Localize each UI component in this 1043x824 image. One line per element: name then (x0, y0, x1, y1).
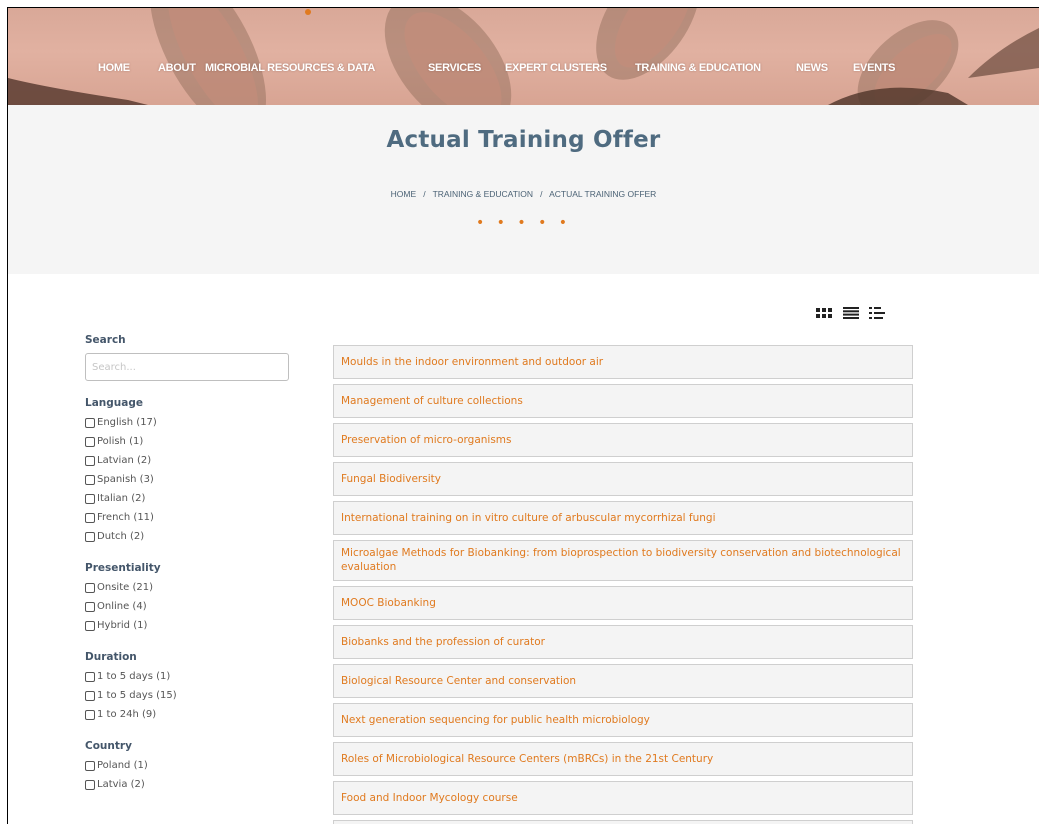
hero-banner: HOME ABOUT MICROBIAL RESOURCES & DATA SE… (8, 8, 1039, 105)
filter-option-duration-1[interactable]: 1 to 5 days (1) (85, 667, 305, 686)
checkbox[interactable] (85, 671, 95, 682)
nav-services[interactable]: SERVICES (428, 62, 481, 74)
course-item[interactable]: International training on in vitro cultu… (333, 501, 913, 535)
checkbox[interactable] (85, 760, 95, 771)
option-label: Polish (1) (97, 436, 144, 447)
checkbox[interactable] (85, 493, 95, 504)
nav-expert-clusters[interactable]: EXPERT CLUSTERS (505, 62, 607, 74)
checkbox[interactable] (85, 582, 95, 593)
course-item[interactable]: Preservation of micro-organisms (333, 423, 913, 457)
option-label: 1 to 24h (9) (97, 709, 157, 720)
search-input[interactable] (85, 353, 289, 381)
filter-group-duration: Duration 1 to 5 days (1) 1 to 5 days (15… (85, 651, 305, 724)
checkbox[interactable] (85, 474, 95, 485)
option-label: Poland (1) (97, 760, 148, 771)
filter-option-italian[interactable]: Italian (2) (85, 489, 305, 508)
filter-option-latvia[interactable]: Latvia (2) (85, 775, 305, 794)
course-item[interactable]: Moulds in the indoor environment and out… (333, 345, 913, 379)
filter-option-polish[interactable]: Polish (1) (85, 432, 305, 451)
filter-option-poland[interactable]: Poland (1) (85, 756, 305, 775)
filter-option-dutch[interactable]: Dutch (2) (85, 527, 305, 546)
filter-option-spanish[interactable]: Spanish (3) (85, 470, 305, 489)
checkbox[interactable] (85, 436, 95, 447)
course-item[interactable]: Roles of Microbiological Resource Center… (333, 742, 913, 776)
filter-option-hybrid[interactable]: Hybrid (1) (85, 616, 305, 635)
checkbox[interactable] (85, 709, 95, 720)
course-item[interactable]: Fungal Biodiversity (333, 462, 913, 496)
filter-option-onsite[interactable]: Onsite (21) (85, 578, 305, 597)
course-item[interactable]: Management of culture collections (333, 384, 913, 418)
decorative-dots: • • • • • (475, 215, 572, 231)
checkbox[interactable] (85, 417, 95, 428)
option-label: Onsite (21) (97, 582, 153, 593)
banner-spores-image (8, 8, 1039, 105)
search-label: Search (85, 334, 126, 346)
filter-group-language: Language English (17) Polish (1) Latvian… (85, 397, 305, 546)
nav-events[interactable]: EVENTS (853, 62, 896, 74)
checkbox[interactable] (85, 455, 95, 466)
checkbox[interactable] (85, 512, 95, 523)
course-item[interactable]: Microalgae Methods for Biobanking: from … (333, 540, 913, 581)
main-nav: HOME ABOUT MICROBIAL RESOURCES & DATA SE… (8, 62, 1039, 82)
checkbox[interactable] (85, 779, 95, 790)
filter-heading: Country (85, 740, 132, 752)
option-label: Online (4) (97, 601, 147, 612)
checkbox[interactable] (85, 531, 95, 542)
nav-news[interactable]: NEWS (796, 62, 828, 74)
filter-option-online[interactable]: Online (4) (85, 597, 305, 616)
filter-group-presentiality: Presentiality Onsite (21) Online (4) Hyb… (85, 562, 305, 635)
course-list: Moulds in the indoor environment and out… (333, 345, 913, 824)
option-label: Hybrid (1) (97, 620, 148, 631)
filter-heading: Presentiality (85, 562, 161, 574)
filter-option-duration-3[interactable]: 1 to 24h (9) (85, 705, 305, 724)
option-label: 1 to 5 days (15) (97, 690, 177, 701)
option-label: Dutch (2) (97, 531, 145, 542)
checkbox[interactable] (85, 620, 95, 631)
compact-list-view-icon[interactable] (869, 304, 885, 319)
filter-option-english[interactable]: English (17) (85, 413, 305, 432)
list-view-icon[interactable] (843, 304, 859, 319)
breadcrumb-separator: / (418, 189, 431, 199)
course-item[interactable]: Next generation sequencing for public he… (333, 703, 913, 737)
option-label: Latvian (2) (97, 455, 152, 466)
filter-heading: Duration (85, 651, 137, 663)
course-item[interactable]: MOOC Biobanking (333, 586, 913, 620)
breadcrumb: HOME / TRAINING & EDUCATION / ACTUAL TRA… (8, 189, 1039, 199)
filter-option-latvian[interactable]: Latvian (2) (85, 451, 305, 470)
page-title: Actual Training Offer (386, 127, 661, 153)
checkbox[interactable] (85, 601, 95, 612)
filter-group-country: Country Poland (1) Latvia (2) (85, 740, 305, 794)
option-label: Latvia (2) (97, 779, 145, 790)
option-label: Italian (2) (97, 493, 146, 504)
nav-home[interactable]: HOME (98, 62, 130, 74)
nav-microbial-resources[interactable]: MICROBIAL RESOURCES & DATA (205, 62, 375, 74)
page-frame: HOME ABOUT MICROBIAL RESOURCES & DATA SE… (7, 7, 1039, 824)
breadcrumb-current: ACTUAL TRAINING OFFER (549, 189, 657, 199)
course-item[interactable]: Biological Resource Center and conservat… (333, 664, 913, 698)
breadcrumb-home[interactable]: HOME (391, 189, 417, 199)
option-label: English (17) (97, 417, 157, 428)
course-item[interactable]: Biobanks and the profession of curator (333, 625, 913, 659)
filter-option-french[interactable]: French (11) (85, 508, 305, 527)
checkbox[interactable] (85, 690, 95, 701)
breadcrumb-training-education[interactable]: TRAINING & EDUCATION (433, 189, 533, 199)
option-label: Spanish (3) (97, 474, 154, 485)
title-section: Actual Training Offer HOME / TRAINING & … (8, 105, 1039, 274)
filter-option-duration-2[interactable]: 1 to 5 days (15) (85, 686, 305, 705)
course-item-partial[interactable] (333, 820, 913, 824)
filter-heading: Language (85, 397, 143, 409)
nav-training-education[interactable]: TRAINING & EDUCATION (635, 62, 761, 74)
course-item[interactable]: Food and Indoor Mycology course (333, 781, 913, 815)
breadcrumb-separator: / (535, 189, 548, 199)
nav-about[interactable]: ABOUT (158, 62, 196, 74)
option-label: French (11) (97, 512, 154, 523)
grid-view-icon[interactable] (816, 304, 832, 318)
filter-sidebar: Search Language English (17) Polish (1) … (85, 334, 305, 794)
option-label: 1 to 5 days (1) (97, 671, 171, 682)
